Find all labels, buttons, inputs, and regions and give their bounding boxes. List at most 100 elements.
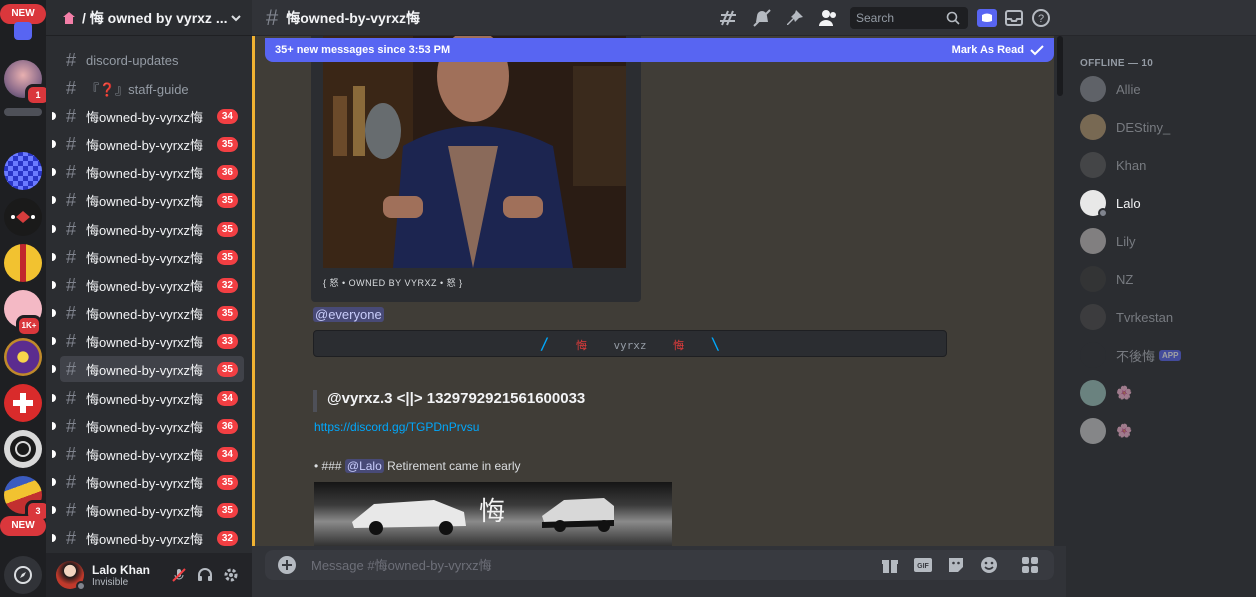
channel-item[interactable]: # 悔owned-by-vyrxz悔 35: [60, 244, 244, 270]
channel-item[interactable]: # 悔owned-by-vyrxz悔 34: [60, 441, 244, 467]
member-item[interactable]: Lalo: [1080, 187, 1250, 219]
avatar: [1080, 76, 1106, 102]
channel-name: 悔owned-by-vyrxz悔: [86, 334, 204, 350]
user-info[interactable]: Lalo Khan Invisible: [92, 563, 166, 588]
channel-item[interactable]: # 悔owned-by-vyrxz悔 35: [60, 300, 244, 326]
mention-count-badge: 34: [216, 446, 238, 462]
channel-item[interactable]: # 悔owned-by-vyrxz悔 36: [60, 159, 244, 185]
inbox-button[interactable]: [1000, 6, 1028, 30]
mute-button[interactable]: [166, 562, 192, 588]
nitro-button[interactable]: [974, 6, 1000, 30]
channel-item[interactable]: # 悔owned-by-vyrxz悔 35: [60, 497, 244, 523]
search-input[interactable]: [856, 10, 946, 25]
channel-name: 悔owned-by-vyrxz悔: [86, 362, 204, 378]
member-item[interactable]: 🌸: [1080, 415, 1250, 447]
server-icon-cross-yellow[interactable]: [4, 244, 42, 282]
chevron-down-icon: [231, 14, 241, 21]
emoji-button[interactable]: [972, 553, 1005, 577]
server-icon-top[interactable]: [14, 22, 32, 40]
channel-hash-icon: #: [66, 246, 77, 267]
gear-icon: [224, 568, 238, 582]
unread-indicator: [52, 253, 56, 261]
discover-button[interactable]: [4, 556, 42, 594]
search-box[interactable]: [850, 6, 968, 29]
member-list-button[interactable]: [811, 6, 844, 30]
message-input[interactable]: [311, 557, 873, 573]
member-item[interactable]: Tvrkestan: [1080, 301, 1250, 333]
inbox-icon: [1005, 9, 1023, 26]
mark-as-read-button[interactable]: Mark As Read: [952, 44, 1044, 56]
pinned-messages-button[interactable]: [778, 6, 811, 30]
user-mention[interactable]: @Lalo: [344, 459, 384, 473]
server-icon-checker[interactable]: [4, 152, 42, 190]
home-icon: [63, 11, 75, 24]
server-icon-dark[interactable]: [4, 198, 42, 236]
message-composer: GIF: [265, 550, 1054, 580]
help-icon: ?: [1032, 8, 1050, 27]
member-item[interactable]: NZ: [1080, 263, 1250, 295]
server-icon-seal[interactable]: [4, 430, 42, 468]
guild-header[interactable]: / 悔 owned by vyrxz ...: [46, 0, 252, 36]
channel-name: 悔owned-by-vyrxz悔: [86, 278, 204, 294]
notification-settings-button[interactable]: [745, 6, 778, 30]
member-name: Allie: [1116, 81, 1141, 97]
embed-photo[interactable]: [323, 36, 626, 268]
discord-logo-icon: [977, 8, 997, 27]
everyone-mention-chip[interactable]: @everyone: [313, 307, 384, 322]
channel-hash-icon: #: [66, 387, 77, 408]
mention-count-badge: 34: [216, 108, 238, 124]
apps-button[interactable]: [1013, 553, 1046, 577]
cars-image[interactable]: 悔: [314, 482, 672, 546]
unread-indicator: [52, 450, 56, 458]
member-item[interactable]: Allie: [1080, 73, 1250, 105]
gif-icon: GIF: [913, 558, 932, 572]
chat-scrollbar[interactable]: [1054, 36, 1066, 546]
member-item[interactable]: 🌸: [1080, 377, 1250, 409]
sticker-icon: [948, 558, 963, 572]
deafen-button[interactable]: [192, 562, 218, 588]
channel-item[interactable]: # discord-updates: [60, 47, 244, 73]
help-button[interactable]: ?: [1028, 6, 1054, 30]
channel-item[interactable]: # 悔owned-by-vyrxz悔 34: [60, 103, 244, 129]
channel-item[interactable]: # 悔owned-by-vyrxz悔 35: [60, 131, 244, 157]
member-item[interactable]: Khan: [1080, 149, 1250, 181]
channel-item[interactable]: # 悔owned-by-vyrxz悔 35: [60, 216, 244, 242]
new-messages-bar[interactable]: 35+ new messages since 3:53 PM Mark As R…: [265, 38, 1054, 62]
invite-link[interactable]: https://discord.gg/TGPDnPrvsu: [314, 420, 479, 434]
server-icon-emblem[interactable]: [4, 338, 42, 376]
channel-item[interactable]: # 悔owned-by-vyrxz悔 32: [60, 272, 244, 298]
channel-item[interactable]: # 悔owned-by-vyrxz悔 35: [60, 187, 244, 213]
member-item[interactable]: 不後悔 APP: [1080, 339, 1250, 371]
svg-text:GIF: GIF: [917, 563, 929, 570]
new-servers-pill-bottom[interactable]: NEW: [0, 516, 46, 536]
server-icon-red-cross[interactable]: [4, 384, 42, 422]
gif-button[interactable]: GIF: [906, 553, 939, 577]
unread-indicator: [52, 394, 56, 402]
threads-button[interactable]: [712, 6, 745, 30]
avatar[interactable]: [56, 561, 86, 591]
gift-button[interactable]: [873, 553, 906, 577]
scroll-thumb[interactable]: [1057, 36, 1063, 96]
user-settings-button[interactable]: [218, 562, 244, 588]
unread-indicator: [52, 168, 56, 176]
member-item[interactable]: DEStiny_: [1080, 111, 1250, 143]
channel-item[interactable]: # 悔owned-by-vyrxz悔 35: [60, 356, 244, 382]
channel-item[interactable]: # 悔owned-by-vyrxz悔 36: [60, 413, 244, 439]
channel-item[interactable]: # 『❓』staff-guide: [60, 75, 244, 101]
unread-indicator: [52, 506, 56, 514]
unread-indicator: [52, 534, 56, 542]
attach-button[interactable]: [275, 553, 299, 577]
member-item[interactable]: Lily: [1080, 225, 1250, 257]
channel-item[interactable]: # 悔owned-by-vyrxz悔 34: [60, 385, 244, 411]
channel-hash-icon: #: [66, 499, 77, 520]
channel-item[interactable]: # 悔owned-by-vyrxz悔 32: [60, 525, 244, 551]
channel-name: 悔owned-by-vyrxz悔: [86, 475, 204, 491]
channel-hash-icon: #: [66, 77, 77, 98]
channel-item[interactable]: # 悔owned-by-vyrxz悔 33: [60, 328, 244, 354]
chat-header: # 悔owned-by-vyrxz悔 Search ?: [252, 0, 1066, 36]
sticker-button[interactable]: [939, 553, 972, 577]
channel-item[interactable]: # 悔owned-by-vyrxz悔 35: [60, 469, 244, 495]
diamond-icon: [11, 211, 35, 223]
new-servers-pill[interactable]: NEW: [0, 4, 46, 24]
channel-sidebar: / 悔 owned by vyrxz ... # discord-updates #…: [46, 0, 252, 597]
